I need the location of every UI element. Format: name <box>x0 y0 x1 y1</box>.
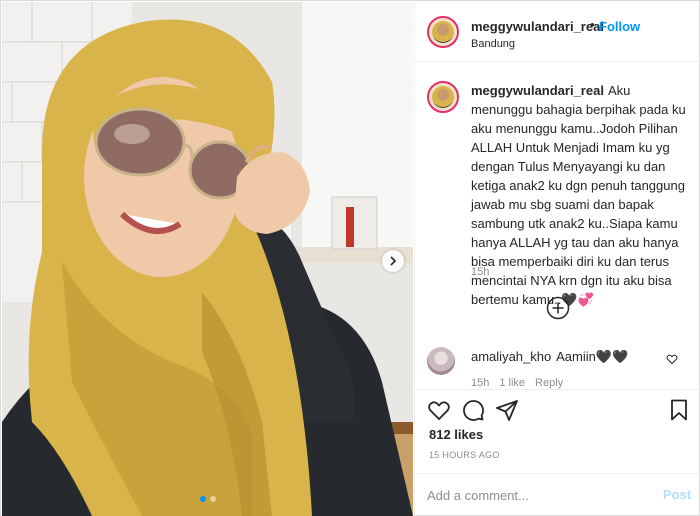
comments-section[interactable]: meggywulandari_real Aku menunggu bahagia … <box>415 63 700 389</box>
separator-dot: • <box>590 17 595 32</box>
comment-time[interactable]: 15h <box>471 377 489 389</box>
post-timestamp[interactable]: 15 HOURS AGO <box>429 450 500 460</box>
caption-timestamp[interactable]: 15h <box>471 266 489 278</box>
comment-meta: 15h 1 like Reply <box>471 377 573 389</box>
post-comment-button[interactable]: Post <box>663 487 691 502</box>
save-bookmark-icon[interactable] <box>667 398 691 422</box>
post-location[interactable]: Bandung <box>471 38 515 50</box>
instagram-post-modal: meggywulandari_real • Follow Bandung meg… <box>0 0 700 516</box>
comment-bubble-icon[interactable] <box>461 398 485 422</box>
caption-avatar[interactable] <box>427 81 459 113</box>
comment-input[interactable] <box>427 484 647 506</box>
author-avatar[interactable] <box>427 16 459 48</box>
caption-username[interactable]: meggywulandari_real <box>471 83 604 98</box>
share-send-icon[interactable] <box>495 398 519 422</box>
comment-likes[interactable]: 1 like <box>499 377 525 389</box>
load-more-comments-button[interactable] <box>546 296 570 320</box>
commenter-avatar[interactable] <box>427 347 455 375</box>
likes-count[interactable]: 812 likes <box>429 427 483 442</box>
post-actions: 812 likes 15 HOURS AGO <box>415 389 700 469</box>
plus-circle-icon <box>546 296 570 320</box>
carousel-dot-1 <box>200 496 206 502</box>
next-photo-button[interactable] <box>382 250 404 272</box>
post-side-panel: meggywulandari_real • Follow Bandung meg… <box>414 2 700 516</box>
comment-reply-button[interactable]: Reply <box>535 377 563 389</box>
comment-text-block: amaliyah_kho Aamiin🖤🖤 <box>471 349 628 365</box>
carousel-dot-2 <box>210 496 216 502</box>
chevron-right-icon <box>390 256 397 266</box>
post-header: meggywulandari_real • Follow Bandung <box>415 2 700 62</box>
follow-button[interactable]: Follow <box>599 19 640 34</box>
comment-text: Aamiin🖤🖤 <box>556 349 629 364</box>
author-username[interactable]: meggywulandari_real <box>471 19 604 34</box>
commenter-username[interactable]: amaliyah_kho <box>471 349 551 364</box>
add-comment-bar: Post <box>415 473 700 516</box>
post-photo[interactable] <box>2 2 413 516</box>
comment-like-heart-icon[interactable] <box>666 353 678 365</box>
caption-text-block: meggywulandari_real Aku menunggu bahagia … <box>471 81 689 309</box>
like-heart-icon[interactable] <box>427 398 451 422</box>
caption-text: Aku menunggu bahagia berpihak pada ku ak… <box>471 83 686 307</box>
selfie-image <box>2 2 413 516</box>
carousel-indicator <box>200 496 216 502</box>
